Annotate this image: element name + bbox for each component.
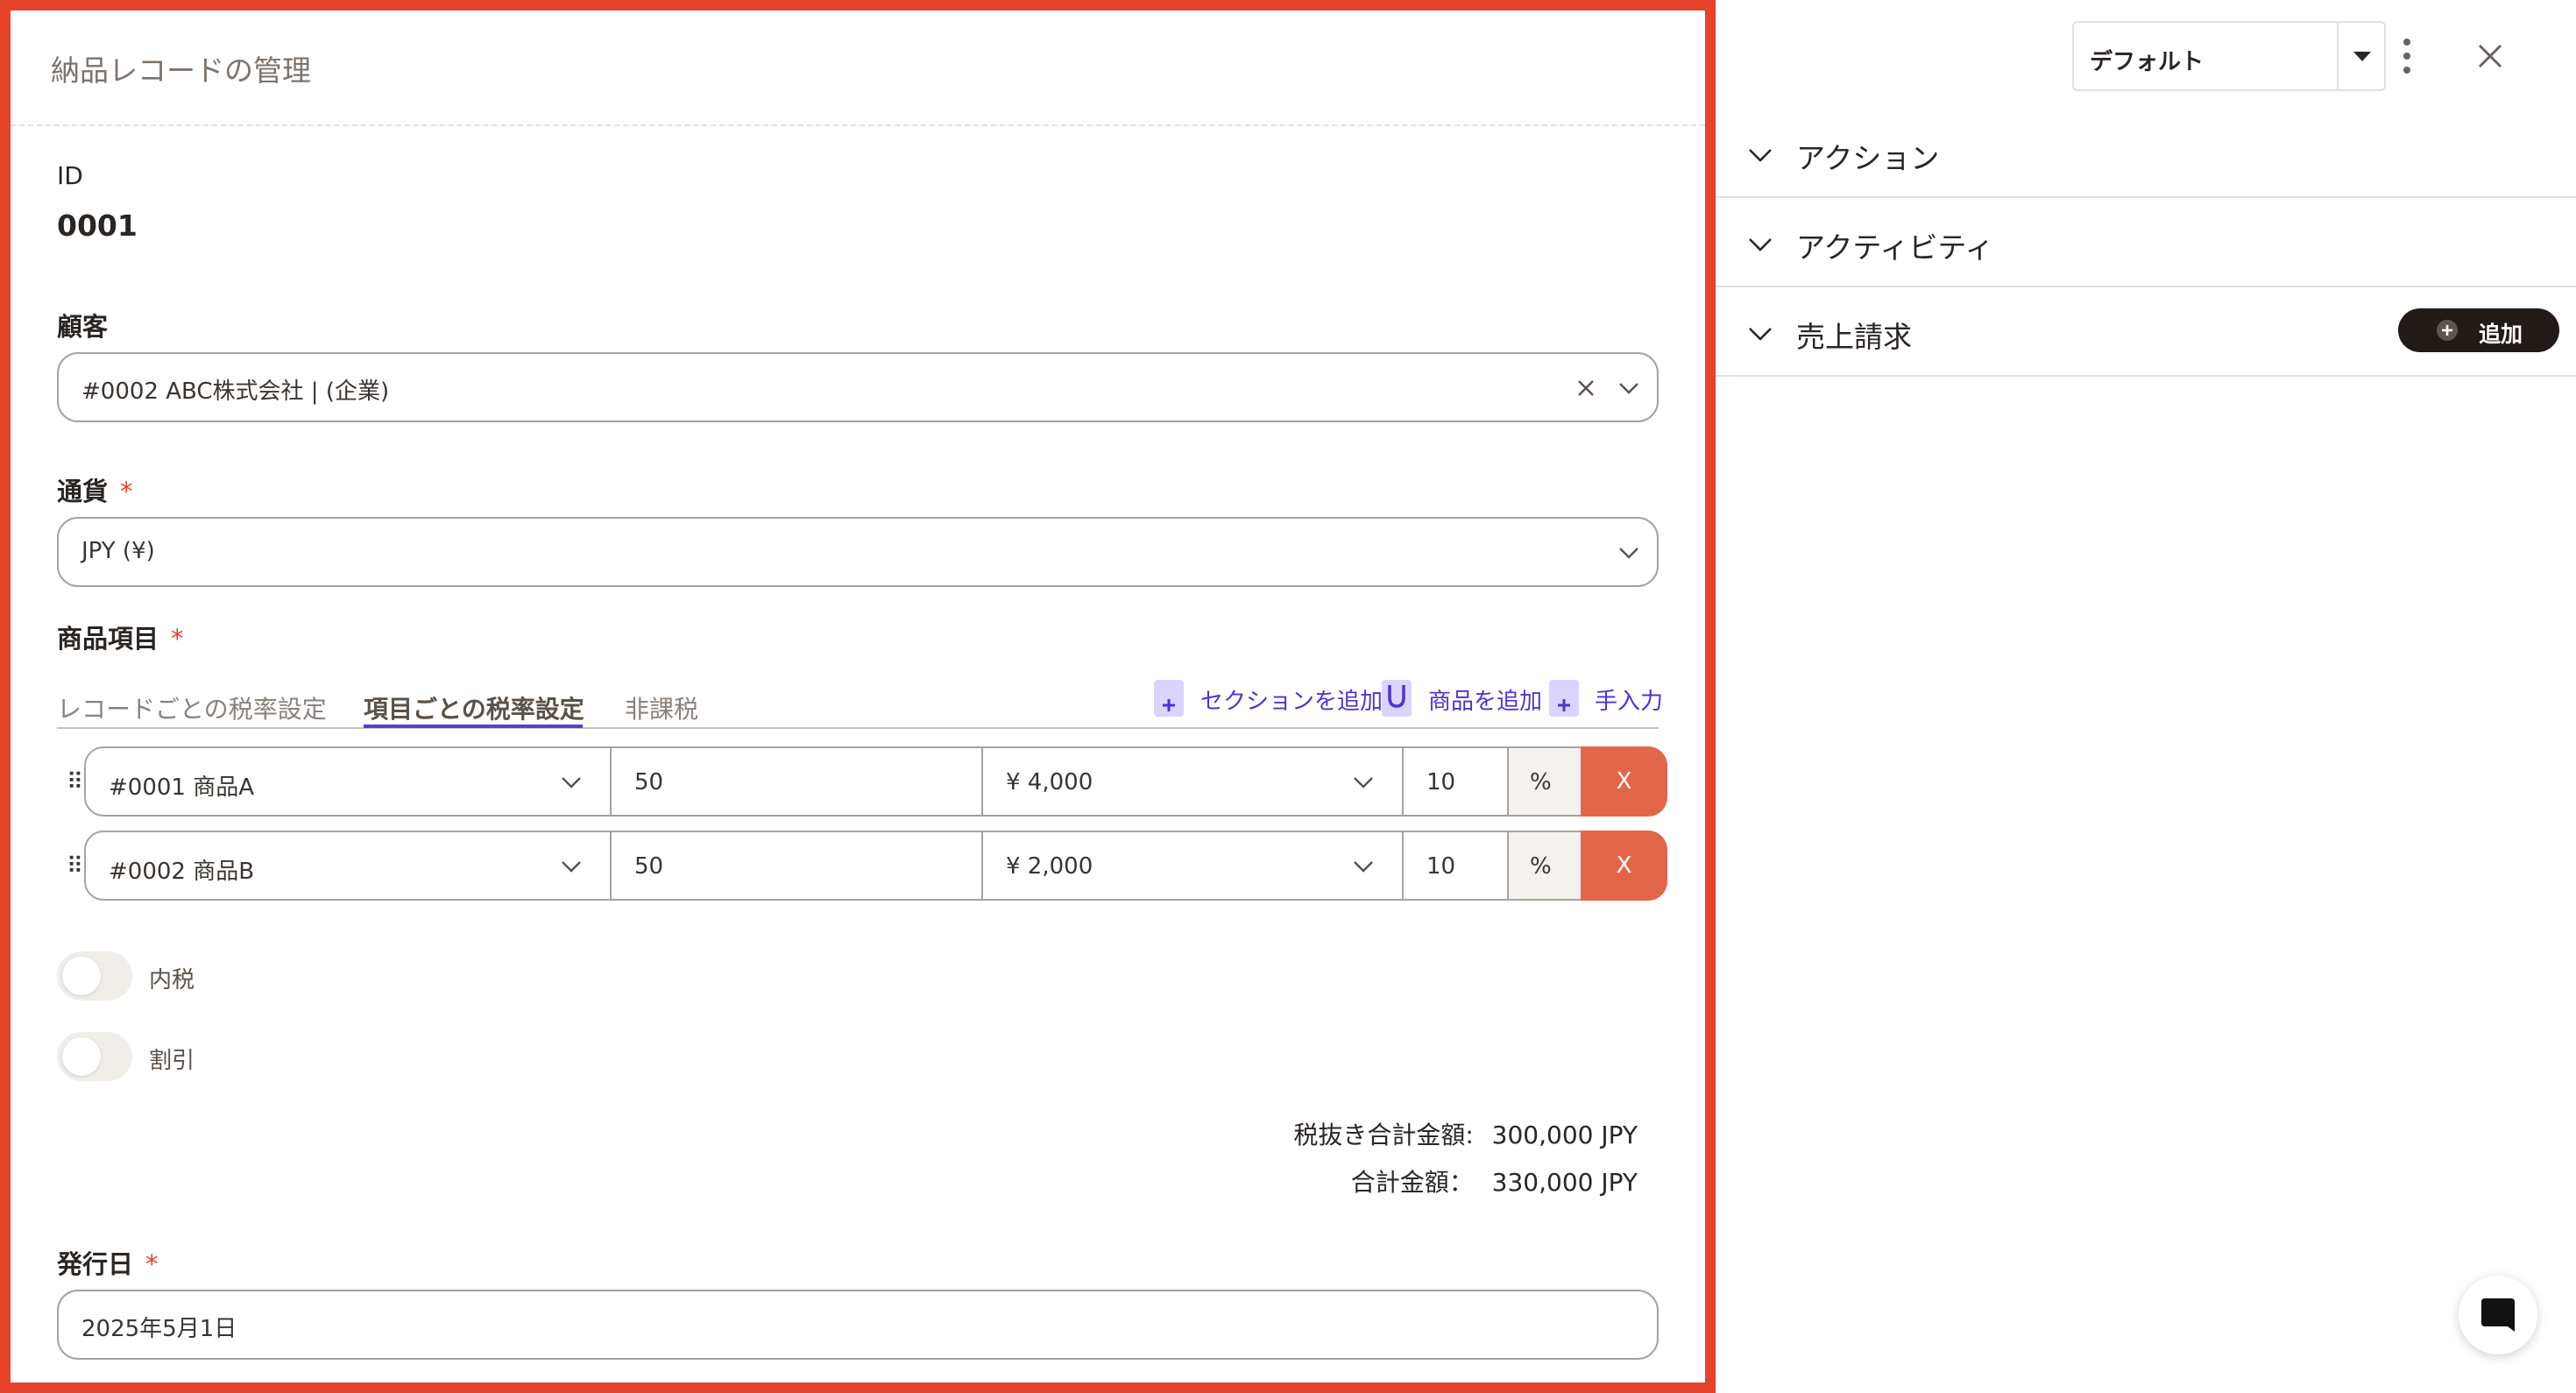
- percent-suffix: %: [1507, 831, 1582, 901]
- product-value: #0002 商品B: [109, 859, 255, 885]
- add-product-link[interactable]: 商品を追加: [1428, 683, 1542, 716]
- discount-label: 割引: [149, 1048, 195, 1074]
- currency-select[interactable]: JPY (¥): [57, 517, 1659, 587]
- layout-select[interactable]: デフォルト: [2072, 21, 2386, 91]
- issue-date-label-text: 発行日: [57, 1249, 134, 1279]
- select-divider: [2337, 23, 2339, 89]
- quantity-input[interactable]: 50: [610, 831, 983, 901]
- chevron-down-icon: [562, 861, 581, 873]
- tax-rate-input[interactable]: 10: [1402, 746, 1509, 817]
- tab-per-item-tax[interactable]: 項目ごとの税率設定: [364, 690, 584, 725]
- tax-included-toggle[interactable]: [57, 951, 132, 1001]
- plus-circle-icon: [2437, 320, 2458, 341]
- price-value: ¥ 2,000: [1006, 853, 1093, 880]
- tax-rate-value: 10: [1426, 853, 1456, 880]
- tax-included-label: 内税: [149, 967, 195, 993]
- chevron-down-icon[interactable]: [1617, 543, 1641, 562]
- chevron-down-icon: [1354, 777, 1373, 788]
- percent-label: %: [1530, 769, 1552, 795]
- required-mark: *: [145, 1249, 159, 1279]
- subtotal-label: 税抜き合計金額:: [1293, 1121, 1474, 1149]
- chevron-down-icon[interactable]: [1617, 378, 1641, 398]
- form-header: 納品レコードの管理: [11, 11, 1705, 126]
- toggle-knob: [62, 957, 101, 995]
- customer-value: #0002 ABC株式会社 | (企業): [81, 378, 390, 405]
- currency-label: 通貨 *: [57, 471, 133, 508]
- record-form-panel: 納品レコードの管理 ID 0001 顧客 #0002 ABC株式会社 | (企業…: [0, 0, 1716, 1393]
- product-select[interactable]: #0002 商品B: [84, 831, 612, 901]
- customer-label: 顧客: [57, 312, 109, 342]
- items-label: 商品項目 *: [57, 619, 184, 655]
- id-value: 0001: [57, 209, 138, 243]
- quantity-value: 50: [634, 853, 664, 880]
- manual-entry-link[interactable]: 手入力: [1595, 683, 1663, 716]
- tax-rate-value: 10: [1426, 769, 1456, 795]
- chat-icon: [2481, 1298, 2515, 1332]
- add-invoice-button[interactable]: 追加: [2398, 308, 2559, 352]
- total-value: 330,000 JPY: [1491, 1168, 1638, 1197]
- more-vertical-icon[interactable]: [2401, 35, 2413, 77]
- drag-handle-icon[interactable]: ⠿: [67, 769, 83, 795]
- required-mark: *: [120, 477, 133, 506]
- subtotal-line: 税抜き合計金額: 300,000 JPY: [1293, 1116, 1638, 1151]
- price-select[interactable]: ¥ 4,000: [981, 746, 1404, 817]
- side-panel: デフォルト アクション アクティビティ 売上請求 追加: [1716, 0, 2576, 1393]
- percent-label: %: [1530, 853, 1552, 880]
- add-button-label: 追加: [2479, 322, 2523, 347]
- issue-date-label: 発行日 *: [57, 1244, 159, 1281]
- active-tab-indicator: [364, 725, 583, 728]
- chat-button[interactable]: [2459, 1276, 2537, 1354]
- section-actions-label: アクション: [1796, 141, 1940, 175]
- total-label: 合計金額：: [1350, 1168, 1474, 1197]
- price-value: ¥ 4,000: [1006, 769, 1093, 795]
- tab-tax-exempt[interactable]: 非課税: [625, 690, 698, 725]
- section-actions[interactable]: アクション: [1716, 110, 2576, 198]
- percent-suffix: %: [1507, 746, 1582, 817]
- issue-date-value: 2025年5月1日: [81, 1316, 237, 1342]
- currency-value: JPY (¥): [81, 538, 155, 564]
- items-label-text: 商品項目: [57, 624, 159, 654]
- discount-toggle[interactable]: [57, 1032, 132, 1081]
- close-icon[interactable]: [2476, 42, 2504, 70]
- section-activity[interactable]: アクティビティ: [1716, 200, 2576, 287]
- chevron-down-icon: [562, 777, 581, 788]
- quantity-value: 50: [634, 769, 664, 795]
- chevron-down-icon: [1749, 238, 1772, 251]
- subtotal-value: 300,000 JPY: [1491, 1121, 1638, 1149]
- currency-label-text: 通貨: [57, 477, 109, 506]
- section-activity-label: アクティビティ: [1796, 230, 1994, 265]
- id-label: ID: [57, 161, 83, 190]
- product-select[interactable]: #0001 商品A: [84, 746, 612, 817]
- add-section-icon[interactable]: [1154, 680, 1184, 717]
- section-sales-invoice-label: 売上請求: [1796, 320, 1912, 354]
- chevron-down-icon: [1749, 328, 1772, 341]
- delete-row-button[interactable]: X: [1581, 746, 1667, 817]
- toggle-knob: [62, 1037, 101, 1076]
- close-icon[interactable]: [1575, 377, 1597, 400]
- total-line: 合計金額： 330,000 JPY: [1351, 1163, 1638, 1199]
- manual-entry-icon[interactable]: [1549, 680, 1579, 717]
- tax-mode-tabs: レコードごとの税率設定 項目ごとの税率設定 非課税: [57, 676, 1659, 729]
- tab-per-record-tax[interactable]: レコードごとの税率設定: [57, 690, 327, 725]
- chevron-down-icon: [1749, 149, 1772, 162]
- customer-select[interactable]: #0002 ABC株式会社 | (企業): [57, 352, 1659, 422]
- issue-date-input[interactable]: 2025年5月1日: [57, 1290, 1659, 1360]
- drag-handle-icon[interactable]: ⠿: [67, 853, 83, 880]
- caret-down-icon[interactable]: [2351, 47, 2374, 65]
- product-value: #0001 商品A: [109, 774, 255, 801]
- section-sales-invoice[interactable]: 売上請求 追加: [1716, 289, 2576, 377]
- delete-row-button[interactable]: X: [1581, 831, 1667, 901]
- layout-select-value: デフォルト: [2090, 49, 2204, 75]
- quantity-input[interactable]: 50: [610, 746, 983, 817]
- chevron-down-icon: [1354, 861, 1373, 873]
- price-select[interactable]: ¥ 2,000: [981, 831, 1404, 901]
- add-product-icon[interactable]: [1382, 680, 1412, 717]
- page-title: 納品レコードの管理: [51, 53, 311, 88]
- required-mark: *: [171, 624, 184, 654]
- tax-rate-input[interactable]: 10: [1402, 831, 1509, 901]
- add-section-link[interactable]: セクションを追加: [1200, 683, 1383, 716]
